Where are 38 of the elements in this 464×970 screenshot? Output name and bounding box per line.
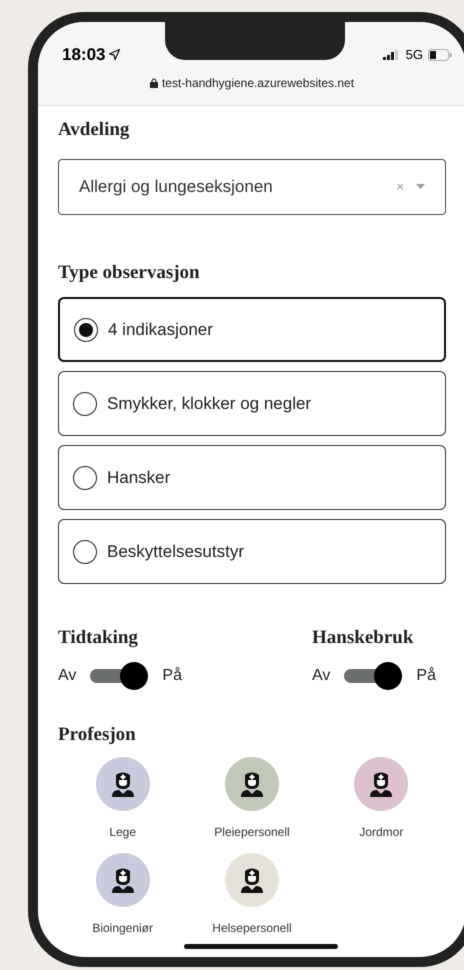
doctor-icon <box>240 867 263 893</box>
doctor-icon <box>240 771 263 797</box>
signal-icon <box>382 50 401 60</box>
on-label: På <box>416 666 436 686</box>
toggle-heading: Tidtaking <box>58 626 139 650</box>
radio-option[interactable]: 4 indikasjoner <box>58 297 446 362</box>
doctor-icon <box>112 867 134 893</box>
url-text[interactable]: test-handhygiene.azurewebsites.net <box>162 74 354 92</box>
radio-option[interactable]: Hansker <box>58 445 446 510</box>
radio-button[interactable] <box>73 466 97 490</box>
caret-icon <box>416 184 425 189</box>
lock-icon <box>150 78 158 88</box>
network-label: 5G <box>406 46 423 64</box>
section-heading: Avdeling <box>58 118 130 142</box>
section-heading: Profesjon <box>58 722 137 746</box>
toggle-switch[interactable] <box>344 660 402 690</box>
doctor-icon <box>112 771 134 797</box>
on-label: På <box>162 666 182 686</box>
radio-option[interactable]: Beskyttelsesutstyr <box>58 519 446 584</box>
radio-button[interactable] <box>73 392 97 416</box>
off-label: Av <box>58 666 76 686</box>
status-time: 18:03 <box>62 44 106 66</box>
profession-label: Bioingeniør <box>92 920 154 937</box>
radio-option[interactable]: Smykker, klokker og negler <box>58 371 446 436</box>
profession-label: Lege <box>109 824 136 841</box>
radio-button[interactable] <box>74 318 98 342</box>
profession-label: Helsepersonell <box>212 920 292 937</box>
department-select[interactable]: Allergi og lungeseksjonen × <box>58 158 446 214</box>
toggle-switch[interactable] <box>90 660 148 690</box>
battery-icon <box>428 48 452 61</box>
doctor-icon <box>370 771 392 797</box>
profession-label: Pleiepersonell <box>214 824 290 841</box>
section-heading: Type observasjon <box>58 260 201 284</box>
profession-label: Jordmor <box>359 824 404 841</box>
off-label: Av <box>312 666 330 686</box>
toggle-heading: Hanskebruk <box>312 626 414 650</box>
location-arrow-icon <box>109 49 120 60</box>
radio-button[interactable] <box>73 540 97 564</box>
